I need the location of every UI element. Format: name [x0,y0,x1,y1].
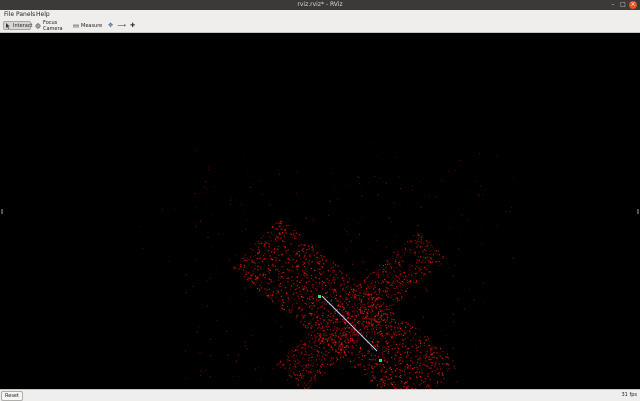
interact-tool-button[interactable]: Interact [3,21,31,30]
close-icon[interactable]: × [629,1,637,9]
maximize-icon[interactable]: □ [619,1,627,9]
status-bar: Reset 31 fps [0,389,640,401]
menu-file[interactable]: File [4,11,14,18]
focus-camera-tool-label: Focus Camera [43,20,69,32]
interact-icon [5,23,11,29]
fps-readout: 31 fps [622,392,638,398]
title-bar: rviz.rviz* - RViz – □ × [0,0,640,10]
focus-camera-icon [35,23,41,29]
menu-bar: File Panels Help [0,10,640,19]
add-tool-icon[interactable]: ✚ [128,21,137,30]
left-panel-handle[interactable] [1,209,3,214]
interact-tool-label: Interact [13,23,33,29]
point-cloud [5,33,635,389]
pose-marker [379,359,382,362]
measure-tool-button[interactable]: Measure [72,21,100,30]
menu-panels[interactable]: Panels [16,11,35,18]
measure-tool-label: Measure [81,23,102,29]
tool-bar: Interact Focus Camera Measure ✥ ⟶ ✚ [0,19,640,33]
window-title: rviz.rviz* - RViz [0,1,640,8]
menu-help[interactable]: Help [36,11,50,18]
pose-marker [318,295,321,298]
minimize-icon[interactable]: – [609,1,617,9]
focus-camera-tool-button[interactable]: Focus Camera [34,21,70,30]
2d-nav-goal-icon[interactable]: ⟶ [117,21,126,30]
2d-pose-estimate-icon[interactable]: ✥ [106,21,115,30]
render-viewport[interactable] [5,33,635,389]
right-panel-handle[interactable] [637,209,639,214]
measure-icon [73,23,79,29]
